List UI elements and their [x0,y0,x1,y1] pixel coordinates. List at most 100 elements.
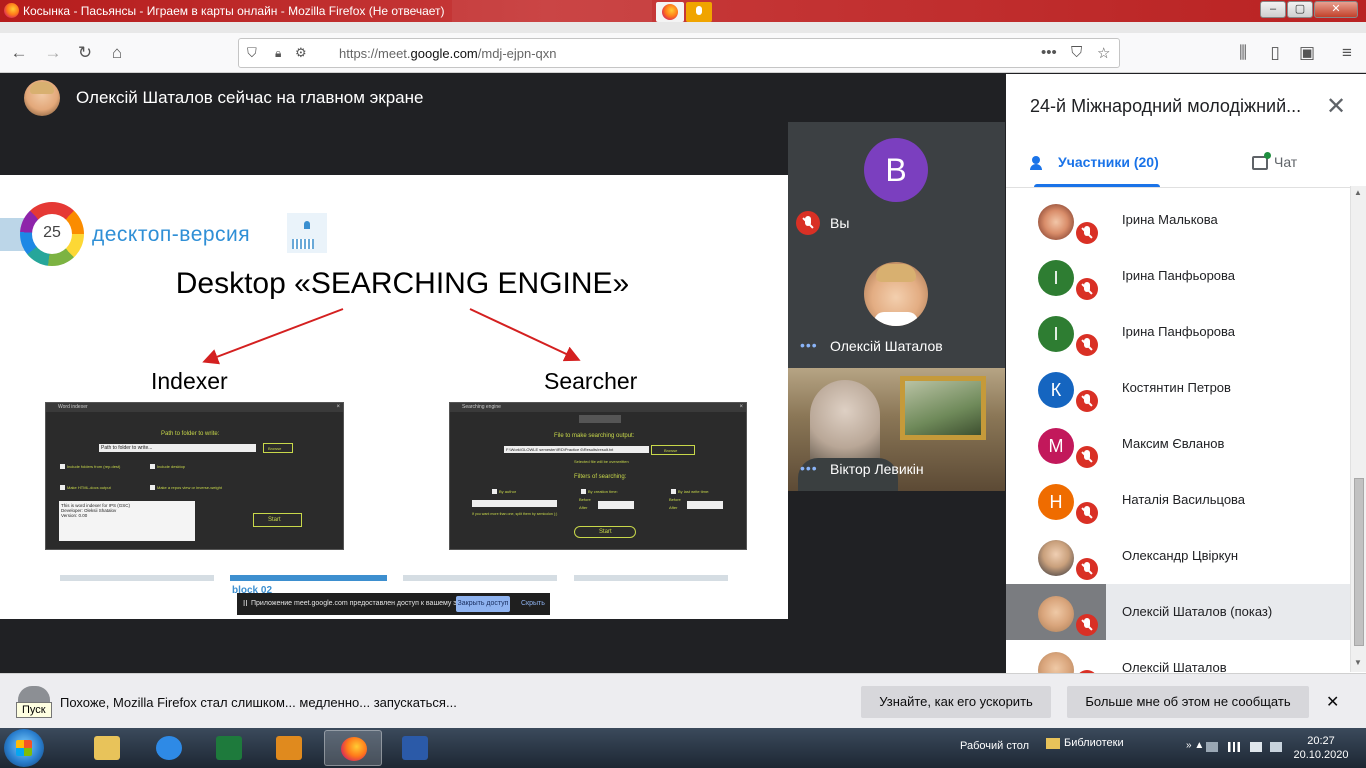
dont-show-again-button[interactable]: Больше мне об этом не сообщать [1067,686,1309,718]
participant-row[interactable]: І Ірина Панфьорова [1006,248,1352,304]
stop-sharing-button[interactable]: Закрыть доступ [456,596,510,612]
slow-startup-notification: Пуск Похоже, Mozilla Firefox стал слишко… [0,673,1366,728]
speaking-indicator-icon: ••• [800,460,818,476]
title-bar-faded-area [452,0,652,22]
participant-row[interactable]: Олександр Цвіркун [1006,528,1352,584]
reload-icon[interactable]: ↻ [74,42,96,64]
bookmark-star-icon[interactable]: ☆ [1097,44,1110,62]
hide-notice-button[interactable]: Скрыть [521,600,545,607]
power-icon[interactable] [1270,742,1282,752]
folder-icon [1046,737,1060,749]
logo-number: 25 [43,224,61,241]
home-icon[interactable]: ⌂ [106,42,128,64]
url-text[interactable]: https://meet.google.com/mdj-ejpn-qxn [339,46,557,61]
close-panel-icon[interactable]: ✕ [1326,92,1346,121]
libraries-toolbar[interactable]: Библиотеки [1046,737,1124,749]
indexer-option-3: Make HTML-docs output [67,485,111,490]
participant-row[interactable]: Ірина Малькова [1006,192,1352,248]
maximize-button[interactable]: ▢ [1287,1,1313,18]
participant-row[interactable]: К Костянтин Петров [1006,360,1352,416]
avatar [1038,652,1074,674]
ie-taskbar-icon[interactable] [140,730,198,766]
tile-name: Віктор Левикін [830,461,924,477]
tracking-shield-icon[interactable]: ⛉ [247,45,261,61]
volume-icon[interactable] [1250,742,1262,752]
lock-icon[interactable]: 🔒︎ [275,46,281,61]
searcher-file-field: F:\Work\GLOWLE semester\IRD\Practice 6\R… [504,446,649,453]
indexer-checkbox-2 [150,464,155,469]
searcher-hint: Selected file will be overwritten [574,459,629,464]
panel-title: 24-й Міжнародний молодіжний... [1030,96,1302,116]
media-player-taskbar-icon[interactable] [260,730,318,766]
input-language-icon[interactable] [1206,742,1218,752]
searcher-before-creation: Before [579,497,591,502]
window-title: Косынка - Пасьянсы - Играем в карты онла… [23,4,445,18]
sidebar-icon[interactable]: ▯ [1264,42,1286,64]
speaking-indicator-icon: ••• [800,337,818,353]
learn-speedup-button[interactable]: Узнайте, как его ускорить [861,686,1051,718]
forward-arrow-icon[interactable]: → [42,42,64,64]
start-button-icon[interactable] [4,729,44,767]
indexer-checkbox-4 [150,485,155,490]
pocket-icon[interactable]: ⛉ [1071,44,1082,61]
scroll-down-icon[interactable]: ▼ [1354,658,1362,667]
participant-row[interactable]: Олексій Шаталов [1006,640,1352,674]
scrollbar-thumb[interactable] [1354,478,1364,646]
scroll-up-icon[interactable]: ▲ [1354,188,1362,197]
participant-row[interactable]: М Максим Євланов [1006,416,1352,472]
shared-screen-slide[interactable]: 25 десктоп-версия Desktop «SEARCHING ENG… [0,175,788,619]
participant-tile-you[interactable]: В Вы [788,122,1005,245]
participant-name: Костянтин Петров [1122,380,1231,395]
people-icon [1030,156,1052,171]
permissions-icon[interactable]: ⚙ [295,45,307,61]
explorer-taskbar-icon[interactable] [78,730,136,766]
tab-participants[interactable]: Участники (20) [1030,154,1159,171]
tab-chat[interactable]: Чат [1252,152,1297,171]
searcher-lastwrite-checkbox [671,489,676,494]
progress-segment-3 [403,575,557,581]
firefox-logo-icon [4,3,19,18]
desktop-toolbar[interactable]: Рабочий стол [960,740,1029,752]
page-actions-icon[interactable]: ••• [1041,44,1057,61]
participant-tile-viktor[interactable]: ••• Віктор Левикін [788,368,1005,491]
searcher-by-creation: By creation time: [588,489,618,494]
participants-scrollbar[interactable]: ▲ ▼ [1350,186,1366,672]
firefox-tray-icon[interactable] [656,2,684,22]
minimize-button[interactable]: – [1260,1,1286,18]
indexer-browse-button: Browse [263,443,293,453]
indexer-path-label: Path to folder to write: [161,431,220,437]
tray-expand-icon[interactable]: » ▲ [1186,740,1204,751]
firefox-taskbar-icon[interactable] [324,730,382,766]
mic-off-icon [1076,278,1098,300]
participant-name: Олексій Шаталов [1122,660,1227,674]
back-arrow-icon[interactable]: ← [8,42,30,64]
participant-tile-oleksii[interactable]: ••• Олексій Шаталов [788,245,1005,368]
avatar [1038,596,1074,632]
participant-row[interactable]: Олексій Шаталов (показ) [1006,584,1352,640]
mic-off-icon [1076,334,1098,356]
library-icon[interactable]: ⫼ [1232,42,1254,64]
avatar: І [1038,316,1074,352]
participant-row[interactable]: І Ірина Панфьорова [1006,304,1352,360]
start-tooltip: Пуск [16,702,52,718]
network-icon[interactable] [1228,742,1240,752]
indexer-window-screenshot: Word indexer × Path to folder to write: … [45,402,344,550]
searcher-filters-label: Filters of searching: [574,474,627,480]
microphone-sharing-icon[interactable] [686,2,712,22]
searcher-browse-button: Browse [651,445,695,455]
clock[interactable]: 20:27 20.10.2020 [1290,734,1352,762]
participant-row[interactable]: Н Наталія Васильцова [1006,472,1352,528]
word-taskbar-icon[interactable] [386,730,444,766]
excel-taskbar-icon[interactable] [200,730,258,766]
synced-tabs-icon[interactable]: ▣ [1296,42,1318,64]
close-notification-icon[interactable]: ✕ [1326,692,1339,712]
searcher-before-lastwrite: Before [669,497,681,502]
url-bar[interactable]: ⛉ 🔒︎ ⚙ https://meet.google.com/mdj-ejpn-… [238,38,1120,68]
menu-icon[interactable]: ≡ [1336,42,1358,64]
participant-name: Ірина Малькова [1122,212,1218,227]
close-window-button[interactable]: ✕ [1314,1,1358,18]
searcher-window-screenshot: Searching engine × File to make searchin… [449,402,747,550]
searcher-after-creation: After [579,505,588,510]
avatar [1038,204,1074,240]
participant-video-face [810,380,880,468]
